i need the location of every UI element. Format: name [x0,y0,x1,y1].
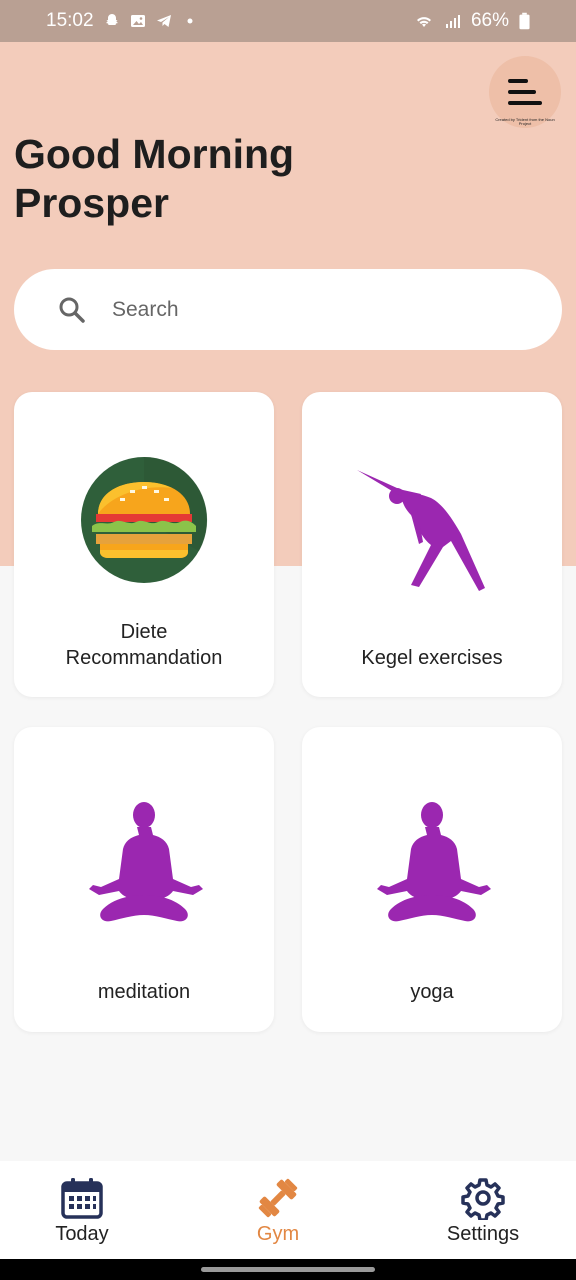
menu-icon [508,79,542,105]
snapchat-icon [105,14,118,25]
status-right: 66% [413,10,530,32]
status-left: 15:02 [46,10,198,32]
battery-icon [519,12,530,30]
card-yoga[interactable]: yoga [302,727,562,1032]
card-label: Kegel exercises [361,647,503,669]
nav-label-gym: Gym [256,1223,300,1245]
home-indicator[interactable] [201,1267,375,1272]
meditation-figure-icon [89,802,203,922]
telegram-icon [156,15,171,27]
status-bar: 15:02 66% [0,0,576,42]
search-icon [59,297,85,323]
dot-icon [187,18,193,24]
wifi-icon [416,17,431,27]
card-label-line2: Recommandation [65,647,223,669]
dumbbell-icon [258,1178,298,1218]
card-label: Diete Recommandation [14,619,274,671]
nav-item-settings[interactable]: Settings [403,1161,563,1259]
bottom-navigation: Today Gym Settings [0,1161,576,1259]
stretching-figure-icon [357,470,485,591]
gear-icon [461,1178,505,1220]
nav-label-today: Today [55,1223,109,1245]
greeting-title: Good Morning Prosper [14,131,295,226]
nav-label-settings: Settings [446,1223,520,1245]
gesture-bar [0,1259,576,1280]
card-diet-recommendation[interactable]: Diete Recommandation [14,392,274,697]
calendar-icon [61,1178,103,1219]
status-time: 15:02 [46,10,94,31]
card-meditation[interactable]: meditation [14,727,274,1032]
battery-percent: 66% [470,10,509,31]
search-placeholder: Search [112,297,179,321]
burger-icon [81,456,208,583]
search-bar[interactable]: Search [14,269,562,350]
card-label-line1: Diete [120,621,168,643]
menu-caption: Created by Trident from the Noun Project [495,117,555,126]
signal-icon [445,15,460,28]
nav-item-today[interactable]: Today [2,1161,162,1259]
gallery-icon [130,15,145,27]
nav-item-gym[interactable]: Gym [198,1161,358,1259]
card-kegel-exercises[interactable]: Kegel exercises [302,392,562,697]
yoga-figure-icon [377,802,491,922]
card-label: yoga [410,981,454,1003]
card-label: meditation [97,981,191,1003]
